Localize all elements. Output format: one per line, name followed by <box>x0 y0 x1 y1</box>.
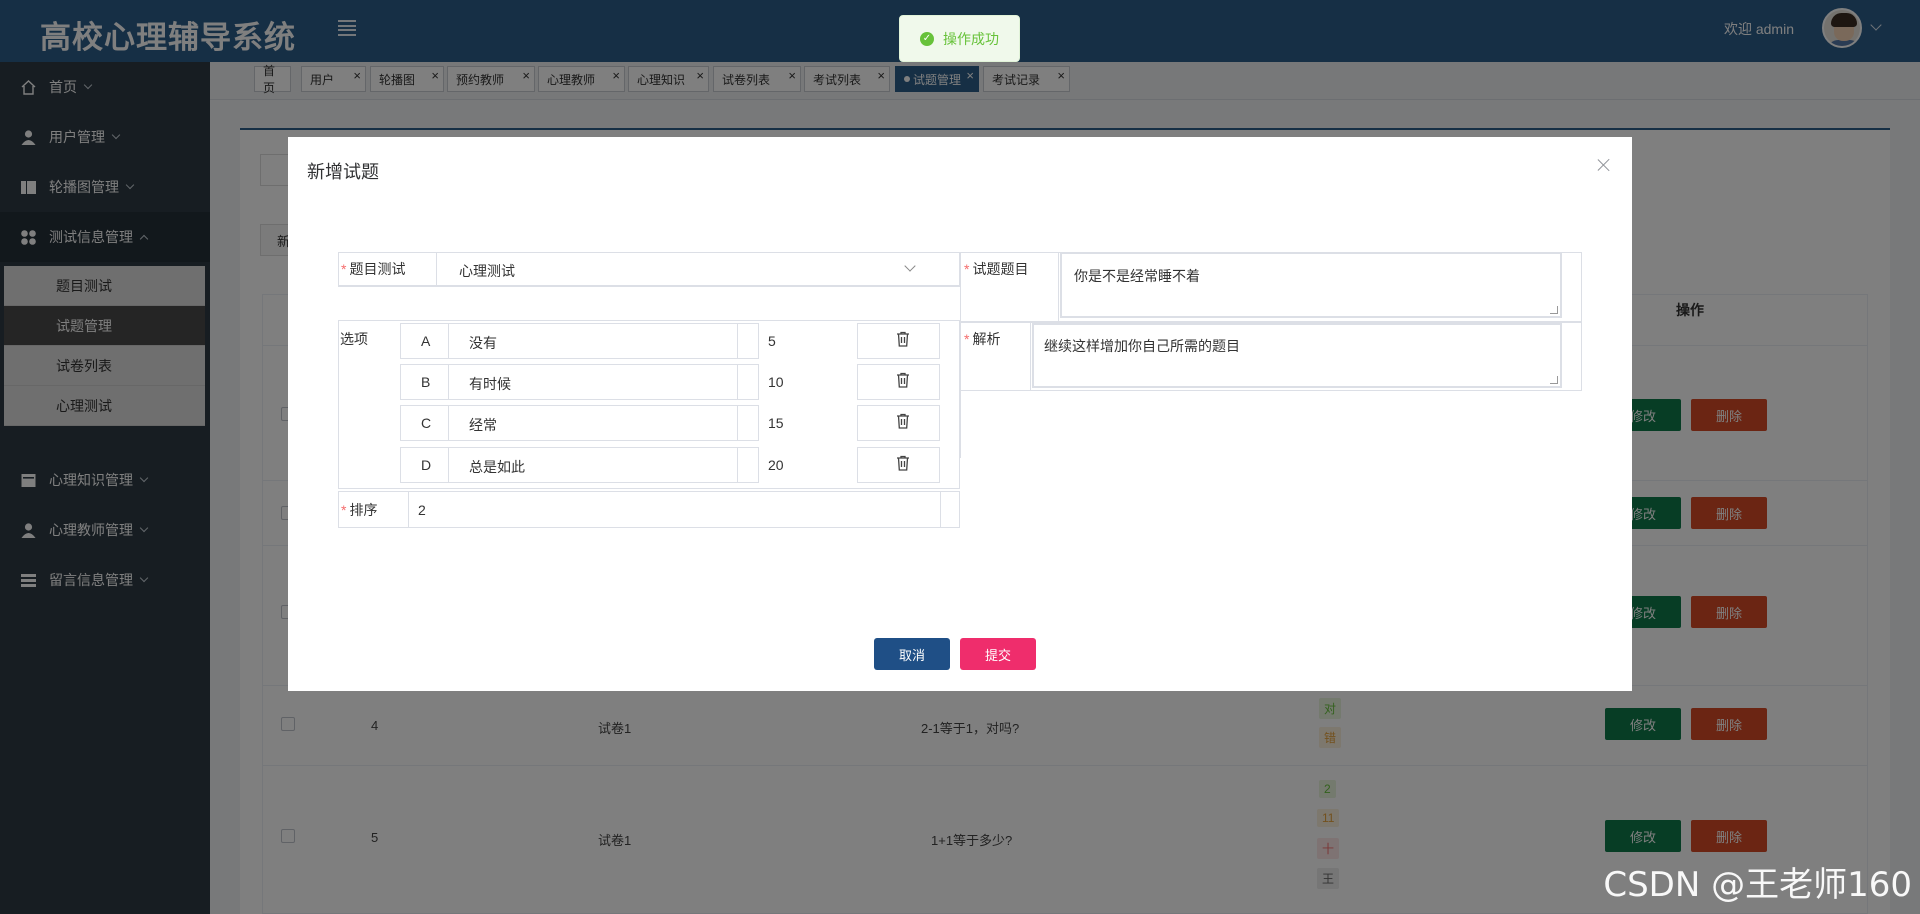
options-label: 选项 <box>340 331 368 347</box>
option-score-input[interactable]: 15 <box>768 415 784 431</box>
option-key: B <box>421 374 431 390</box>
trash-icon[interactable] <box>896 372 910 388</box>
option-score-input[interactable]: 20 <box>768 457 784 473</box>
cancel-button[interactable]: 取消 <box>874 638 950 670</box>
question-textarea[interactable]: 你是不是经常睡不着 <box>1060 252 1562 318</box>
option-text-input[interactable]: 总是如此 <box>469 457 525 477</box>
option-text-input[interactable]: 经常 <box>469 415 497 435</box>
check-circle-icon: ✓ <box>920 31 934 46</box>
trash-icon[interactable] <box>896 455 910 471</box>
option-score-input[interactable]: 10 <box>768 374 784 390</box>
order-input[interactable]: 2 <box>418 502 426 518</box>
option-score-input[interactable]: 5 <box>768 333 776 349</box>
analysis-label: * 解析 <box>964 331 1001 347</box>
success-toast: ✓ 操作成功 <box>899 15 1020 62</box>
analysis-textarea[interactable]: 继续这样增加你自己所需的题目 <box>1032 323 1562 388</box>
option-key: D <box>421 457 432 473</box>
trash-icon[interactable] <box>896 331 910 347</box>
dialog-title: 新增试题 <box>307 162 379 182</box>
close-icon[interactable] <box>1596 157 1612 173</box>
order-row <box>338 491 960 528</box>
add-question-dialog: 新增试题 * 题目测试 心理测试 * 试题题目 你是不是经常睡不着 * 解析 继续这样… <box>288 137 1632 691</box>
trash-icon[interactable] <box>896 413 910 429</box>
option-key: C <box>421 415 432 431</box>
option-key: A <box>421 333 431 349</box>
test-label: * 题目测试 <box>341 261 406 277</box>
question-label: * 试题题目 <box>964 261 1029 277</box>
option-text-input[interactable]: 有时候 <box>469 374 511 394</box>
submit-button[interactable]: 提交 <box>960 638 1036 670</box>
test-select-row <box>338 252 960 286</box>
test-select[interactable]: 心理测试 <box>459 261 515 281</box>
option-text-input[interactable]: 没有 <box>469 333 497 353</box>
order-label: * 排序 <box>341 502 378 518</box>
toast-text: 操作成功 <box>943 30 999 47</box>
watermark: CSDN @王老师160 <box>1603 865 1912 905</box>
